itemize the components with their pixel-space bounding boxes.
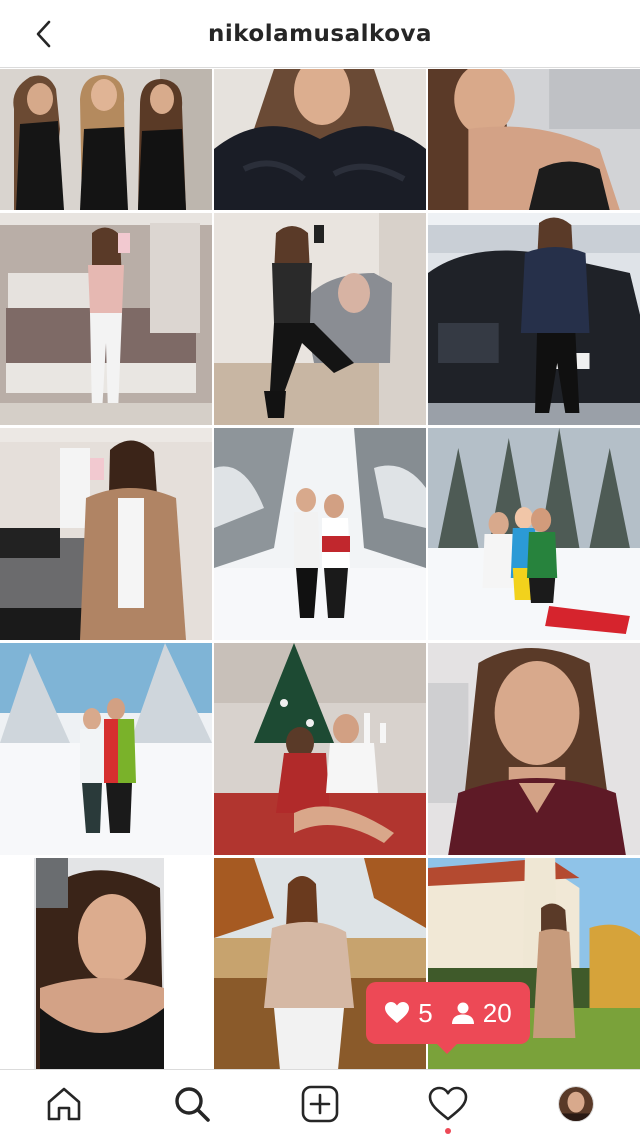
likes-count-group: 5 <box>384 997 433 1029</box>
photo-tile[interactable] <box>214 428 426 640</box>
activity-indicator-dot <box>445 1128 451 1134</box>
avatar-image <box>559 1087 593 1121</box>
photo-woman-sheer-top-armchair <box>214 213 426 425</box>
chevron-left-icon <box>36 20 51 48</box>
add-post-icon <box>301 1085 339 1123</box>
photo-tile[interactable] <box>214 69 426 210</box>
photo-three-women-black-outfits <box>0 69 212 210</box>
photo-tile[interactable] <box>0 213 212 425</box>
photo-tile[interactable] <box>428 428 640 640</box>
bottom-navigation <box>0 1069 640 1138</box>
photo-tile[interactable] <box>0 858 212 1069</box>
profile-avatar <box>558 1086 594 1122</box>
heart-icon <box>385 1002 410 1023</box>
followers-count-group: 20 <box>451 998 512 1029</box>
photo-tile[interactable] <box>428 213 640 425</box>
profile-username: nikolamusalkova <box>207 20 433 47</box>
photo-tile[interactable] <box>0 69 212 210</box>
photo-woman-black-fur-coat <box>214 69 426 210</box>
photo-tile[interactable] <box>428 643 640 855</box>
home-icon <box>47 1087 81 1121</box>
photo-tile[interactable] <box>214 643 426 855</box>
followers-count: 20 <box>482 997 512 1028</box>
person-icon <box>451 1002 474 1024</box>
nav-home[interactable] <box>40 1082 88 1126</box>
photo-tile[interactable] <box>0 428 212 640</box>
likes-count: 5 <box>418 997 433 1028</box>
nav-activity[interactable] <box>424 1082 472 1126</box>
photo-tile[interactable] <box>428 69 640 210</box>
activity-notification-bubble[interactable]: 5 20 <box>366 982 530 1054</box>
photo-woman-black-lace-top <box>428 69 640 210</box>
search-icon <box>175 1087 210 1122</box>
photo-woman-burgundy-choker-selfie <box>428 643 640 855</box>
photo-woman-pink-top-bedroom-mirror <box>0 213 212 425</box>
photo-woman-black-lingerie-selfie <box>0 858 212 1069</box>
photo-couple-snow-ski-jackets <box>0 643 212 855</box>
photo-couple-snowy-forest <box>214 428 426 640</box>
photo-couple-christmas-tree <box>214 643 426 855</box>
nav-new-post[interactable] <box>296 1082 344 1126</box>
activity-heart-icon <box>428 1086 468 1121</box>
top-bar: nikolamusalkova <box>0 0 640 68</box>
photo-group-sled-snow <box>428 428 640 640</box>
photo-tile[interactable] <box>0 643 212 855</box>
photo-tile[interactable] <box>214 213 426 425</box>
back-button[interactable] <box>22 14 66 54</box>
photo-grid <box>0 69 640 1069</box>
nav-profile[interactable] <box>552 1082 600 1126</box>
photo-woman-camel-coat-mirror <box>0 428 212 640</box>
photo-woman-fur-vest-black-car <box>428 213 640 425</box>
nav-search[interactable] <box>168 1082 216 1126</box>
